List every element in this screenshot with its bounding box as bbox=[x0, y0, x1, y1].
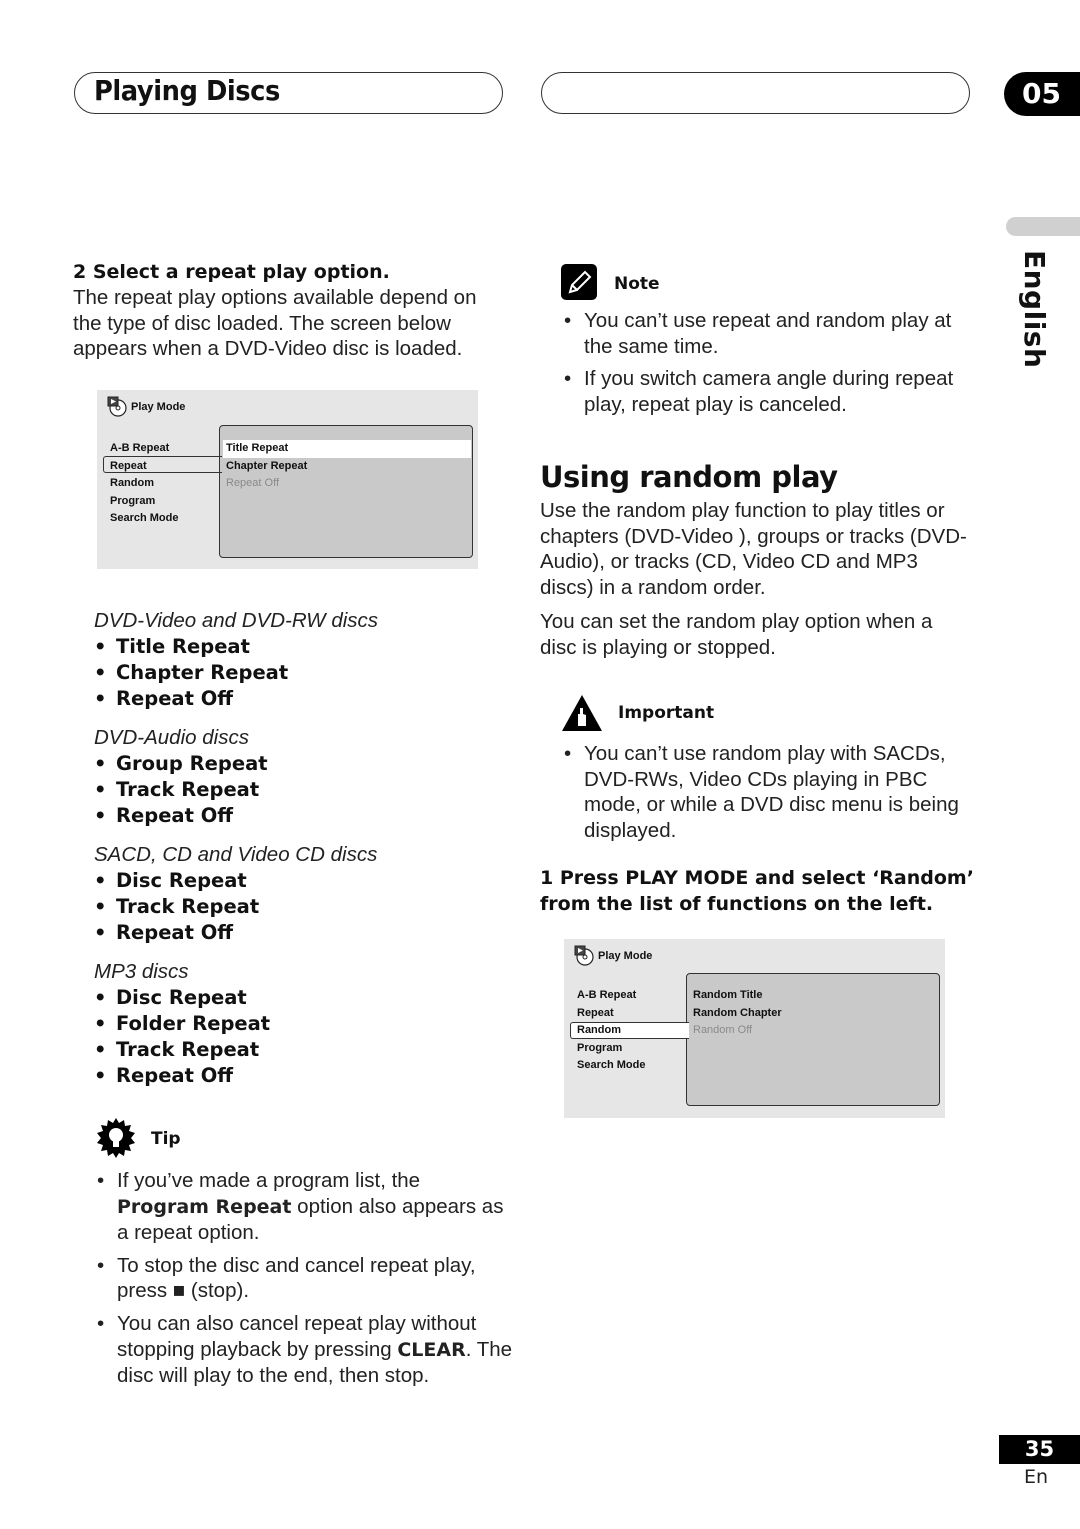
important-list: You can’t use random play with SACDs, DV… bbox=[560, 741, 980, 850]
disc-option: Title Repeat bbox=[116, 635, 250, 658]
language-code: En bbox=[1024, 1466, 1049, 1488]
tip-label: Tip bbox=[151, 1129, 181, 1149]
osd-menu-item[interactable]: A-B Repeat bbox=[577, 987, 645, 1005]
important-label: Important bbox=[618, 703, 715, 723]
osd-menu-item[interactable]: Search Mode bbox=[577, 1057, 645, 1075]
disc-option: Repeat Off bbox=[116, 687, 234, 710]
disc-option: Repeat Off bbox=[116, 1064, 234, 1087]
osd-option[interactable]: Random Chapter bbox=[693, 1005, 938, 1023]
note-item: If you switch camera angle during repeat… bbox=[560, 366, 980, 417]
step2-body: The repeat play options available depend… bbox=[73, 286, 477, 361]
disc-group-heading: SACD, CD and Video CD discs bbox=[94, 843, 378, 866]
osd-option[interactable]: Chapter Repeat bbox=[226, 458, 471, 476]
step2-heading: 2 Select a repeat play option. bbox=[73, 261, 390, 283]
random-play-intro: Use the random play function to play tit… bbox=[540, 499, 967, 599]
osd-menu-item[interactable]: Random bbox=[577, 1022, 645, 1040]
osd-menu-item[interactable]: Repeat bbox=[577, 1005, 645, 1023]
osd-repeat-screen: Play Mode A-B Repeat Repeat Random Progr… bbox=[97, 390, 478, 569]
tip-item: To stop the disc and cancel repeat play,… bbox=[93, 1253, 513, 1304]
section-title: Playing Discs bbox=[94, 74, 280, 107]
empty-header-pill bbox=[541, 72, 970, 114]
stop-icon: ■ bbox=[172, 1279, 186, 1303]
osd-menu-item[interactable]: Random bbox=[110, 475, 178, 493]
disc-option: Disc Repeat bbox=[116, 986, 247, 1009]
osd-title: Play Mode bbox=[598, 950, 653, 962]
osd-option[interactable]: Random Title bbox=[693, 987, 938, 1005]
disc-option: Track Repeat bbox=[116, 1038, 260, 1061]
disc-option: Group Repeat bbox=[116, 752, 268, 775]
note-item: You can’t use repeat and random play at … bbox=[560, 308, 980, 359]
page-number: 35 bbox=[999, 1435, 1080, 1464]
disc-option: Folder Repeat bbox=[116, 1012, 271, 1035]
disc-option: Chapter Repeat bbox=[116, 661, 289, 684]
osd-menu-item[interactable]: Repeat bbox=[110, 458, 178, 476]
tip-item: If you’ve made a program list, the Progr… bbox=[93, 1168, 513, 1246]
disc-play-mode-icon bbox=[574, 945, 594, 966]
osd-option[interactable]: Title Repeat bbox=[223, 440, 471, 458]
osd-menu-item[interactable]: A-B Repeat bbox=[110, 440, 178, 458]
tip-list: If you’ve made a program list, the Progr… bbox=[93, 1168, 513, 1396]
disc-group-heading: DVD-Video and DVD-RW discs bbox=[94, 609, 379, 632]
osd-options: Random Title Random Chapter Random Off bbox=[693, 987, 938, 1040]
osd-menu-item[interactable]: Program bbox=[110, 493, 178, 511]
warning-hand-icon bbox=[562, 695, 602, 731]
osd-menu-item[interactable]: Program bbox=[577, 1040, 645, 1058]
osd-menu-item[interactable]: Search Mode bbox=[110, 510, 178, 528]
disc-option: Track Repeat bbox=[116, 895, 260, 918]
disc-group-heading: MP3 discs bbox=[94, 960, 189, 983]
note-label: Note bbox=[614, 274, 660, 294]
random-play-when: You can set the random play option when … bbox=[540, 610, 933, 659]
tip-item: You can also cancel repeat play without … bbox=[93, 1311, 513, 1389]
step1-heading: 1 Press PLAY MODE and select ‘Random’ fr… bbox=[540, 867, 974, 915]
lightbulb-tip-icon bbox=[97, 1118, 135, 1158]
disc-group-heading: DVD-Audio discs bbox=[94, 726, 249, 749]
osd-option[interactable]: Random Off bbox=[693, 1022, 938, 1040]
osd-options: Title Repeat Chapter Repeat Repeat Off bbox=[223, 440, 471, 493]
disc-option: Repeat Off bbox=[116, 921, 234, 944]
disc-option: Repeat Off bbox=[116, 804, 234, 827]
section-heading: Using random play bbox=[540, 460, 838, 494]
osd-option[interactable]: Repeat Off bbox=[226, 475, 471, 493]
disc-option: Disc Repeat bbox=[116, 869, 247, 892]
important-item: You can’t use random play with SACDs, DV… bbox=[560, 741, 980, 843]
language-tab bbox=[1006, 217, 1080, 236]
osd-menu: A-B Repeat Repeat Random Program Search … bbox=[110, 440, 178, 528]
disc-play-mode-icon bbox=[107, 396, 127, 417]
pencil-note-icon bbox=[561, 264, 597, 300]
disc-group-list: DVD-Video and DVD-RW discs • Title Repeat… bbox=[94, 608, 514, 1089]
language-label: English bbox=[1018, 250, 1051, 369]
osd-title: Play Mode bbox=[131, 401, 186, 413]
osd-menu: A-B Repeat Repeat Random Program Search … bbox=[577, 987, 645, 1075]
disc-option: Track Repeat bbox=[116, 778, 260, 801]
note-list: You can’t use repeat and random play at … bbox=[560, 308, 980, 424]
chapter-number: 05 bbox=[1004, 72, 1080, 116]
osd-random-screen: Play Mode A-B Repeat Repeat Random Progr… bbox=[564, 939, 945, 1118]
